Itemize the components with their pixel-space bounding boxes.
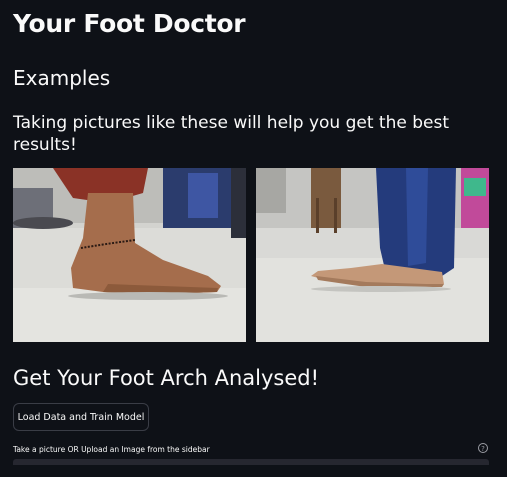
analyse-heading: Get Your Foot Arch Analysed!	[13, 366, 320, 390]
examples-heading: Examples	[13, 66, 111, 90]
example-image-bare-foot	[256, 168, 489, 342]
page-title: Your Foot Doctor	[13, 9, 246, 38]
foot-photo-2-svg	[256, 168, 489, 342]
help-icon[interactable]: ?	[478, 443, 488, 453]
camera-input-label: Take a picture OR Upload an Image from t…	[13, 445, 210, 454]
examples-subtitle: Taking pictures like these will help you…	[13, 113, 449, 155]
example-image-foot-anklet	[13, 168, 246, 342]
foot-photo-1-svg	[13, 168, 246, 342]
app-main: Your Foot Doctor Examples Taking picture…	[0, 0, 507, 477]
load-data-train-model-button[interactable]: Load Data and Train Model	[13, 403, 149, 431]
camera-input[interactable]	[13, 459, 489, 465]
